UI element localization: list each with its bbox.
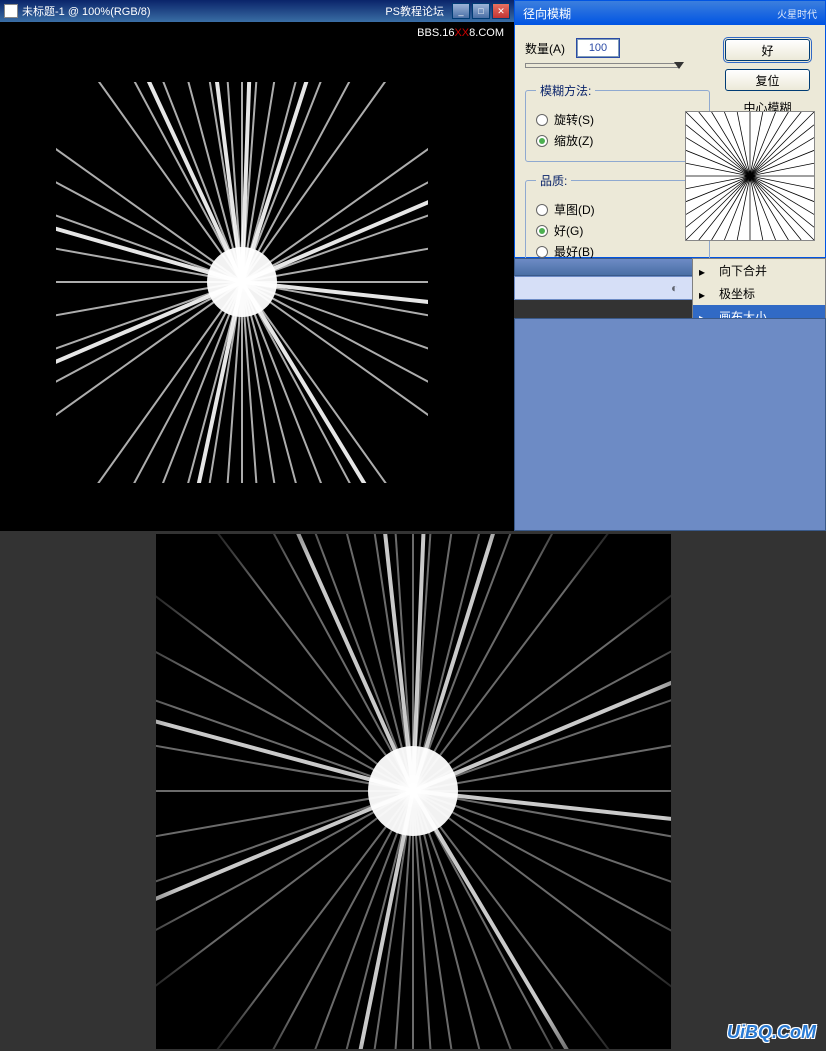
window-titlebar[interactable]: 未标题-1 @ 100%(RGB/8) PS教程论坛 _ □ ✕ — [0, 0, 514, 22]
draft-label: 草图(D) — [554, 201, 595, 218]
zoom-radio[interactable] — [536, 135, 548, 147]
ps-file-icon — [4, 4, 18, 18]
stop-icon[interactable]: ◐ — [671, 281, 687, 295]
good-radio[interactable] — [536, 225, 548, 237]
close-button[interactable]: ✕ — [492, 3, 510, 19]
minimize-button[interactable]: _ — [452, 3, 470, 19]
dialog-title: 径向模糊 — [523, 5, 777, 22]
merge-icon: ▸ — [699, 265, 713, 277]
amount-label: 数量(A) — [525, 40, 565, 57]
polar-item[interactable]: ▸ 极坐标 — [693, 282, 825, 305]
ok-button[interactable]: 好 — [725, 39, 810, 61]
maximize-button[interactable]: □ — [472, 3, 490, 19]
best-radio[interactable] — [536, 246, 548, 258]
good-label: 好(G) — [554, 222, 583, 239]
bottom-section: UiBQ.CoM — [0, 531, 826, 1051]
window-title: 未标题-1 @ 100%(RGB/8) — [22, 3, 385, 19]
zoom-label: 缩放(Z) — [554, 132, 593, 149]
photoshop-window: 未标题-1 @ 100%(RGB/8) PS教程论坛 _ □ ✕ BBS.16X… — [0, 0, 514, 531]
merge-down-item[interactable]: ▸ 向下合并 — [693, 259, 825, 282]
amount-slider[interactable] — [525, 63, 680, 68]
uibq-watermark: UiBQ.CoM — [727, 1022, 816, 1043]
blur-method-fieldset: 模糊方法: 旋转(S) 缩放(Z) — [525, 82, 710, 162]
radial-blur-dialog: 径向模糊 火星时代 数量(A) 模糊方法: 旋转(S) — [514, 0, 826, 258]
blur-preview[interactable] — [685, 111, 815, 241]
canvas-area[interactable] — [56, 82, 428, 483]
amount-input[interactable] — [577, 39, 619, 57]
quality-legend: 品质: — [536, 172, 571, 189]
mars-era-logo: 火星时代 — [777, 6, 817, 21]
reset-button[interactable]: 复位 — [725, 69, 810, 91]
starburst-image — [56, 82, 428, 483]
method-legend: 模糊方法: — [536, 82, 595, 99]
rotate-label: 旋转(S) — [554, 111, 594, 128]
bbs-watermark: BBS.16XX8.COM — [417, 26, 504, 39]
rotate-radio[interactable] — [536, 114, 548, 126]
layers-panel[interactable] — [514, 318, 826, 531]
slider-thumb-icon[interactable] — [674, 62, 684, 69]
dialog-titlebar[interactable]: 径向模糊 火星时代 — [515, 1, 825, 25]
ps-tutorial-logo: PS教程论坛 — [385, 3, 444, 19]
draft-radio[interactable] — [536, 204, 548, 216]
starburst-result-image — [156, 534, 671, 1049]
polar-icon: ▸ — [699, 288, 713, 300]
